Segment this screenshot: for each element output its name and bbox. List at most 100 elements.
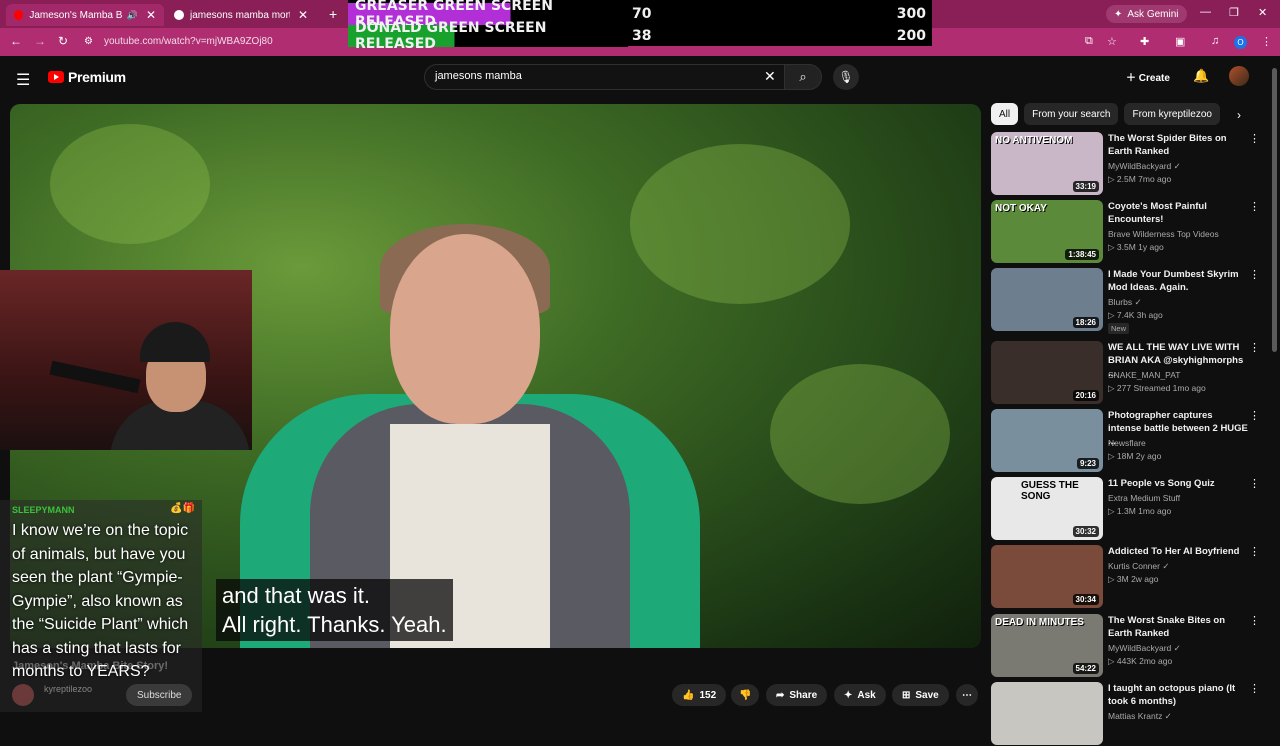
chip-all[interactable]: All (991, 103, 1019, 125)
recommended-title[interactable]: The Worst Snake Bites on Earth Ranked (1108, 614, 1248, 640)
recommended-video[interactable]: NOT OKAY 1:38:45 Coyote's Most Painful Enc… (991, 200, 1261, 264)
scrollbar[interactable] (1272, 68, 1277, 352)
recommended-title[interactable]: Coyote's Most Painful Encounters! (1108, 200, 1248, 226)
save-button[interactable]: ⊞ Save (892, 684, 949, 706)
more-options-icon[interactable]: ⋮ (1249, 268, 1260, 281)
speaker-icon[interactable]: 🔊 (127, 10, 138, 21)
back-icon[interactable]: ← (10, 34, 22, 48)
like-button[interactable]: 👍 152 (672, 684, 727, 706)
more-options-icon[interactable]: ⋮ (1249, 477, 1260, 490)
video-thumbnail[interactable]: 20:16 (991, 341, 1103, 404)
goal-row: DONALD GREEN SCREEN RELEASED 38 200 (348, 20, 932, 52)
sidepanel-icon[interactable]: ▣ (1175, 35, 1185, 48)
minimize-icon[interactable]: — (1200, 6, 1211, 18)
more-options-icon[interactable]: ⋮ (1249, 682, 1260, 695)
recommended-channel[interactable]: SNAKE_MAN_PAT (1108, 370, 1180, 380)
close-tab-icon[interactable]: ✕ (146, 8, 156, 22)
chip-from-channel[interactable]: From kyreptilezoo (1124, 103, 1220, 125)
duration-badge: 30:34 (1072, 594, 1099, 605)
dislike-button[interactable]: 👎 (731, 684, 760, 706)
media-icon[interactable]: ♫ (1211, 35, 1219, 47)
recommended-meta: ▷ 3.5M 1y ago (1108, 242, 1164, 252)
subscribe-button[interactable]: Subscribe (126, 684, 193, 706)
search-input[interactable]: jamesons mamba (424, 64, 786, 90)
account-avatar[interactable] (1229, 66, 1249, 86)
restore-icon[interactable]: ❐ (1229, 6, 1239, 19)
recommended-channel[interactable]: Kurtis Conner ✓ (1108, 561, 1169, 572)
browser-menu-icon[interactable]: ⋮ (1261, 35, 1272, 48)
video-thumbnail[interactable]: DEAD IN MINUTES 54:22 (991, 614, 1103, 677)
site-info-icon[interactable]: ⚙ (84, 36, 93, 47)
clear-search-icon[interactable]: ✕ (764, 68, 776, 85)
channel-avatar[interactable] (12, 684, 34, 706)
chip-from-search[interactable]: From your search (1024, 103, 1119, 125)
more-options-icon[interactable]: ⋮ (1249, 341, 1260, 354)
channel-name[interactable]: kyreptilezoo (44, 684, 92, 694)
recommended-video[interactable]: 20:16 WE ALL THE WAY LIVE WITH BRIAN AKA … (991, 341, 1261, 405)
sparkle-icon: ✦ (844, 689, 853, 701)
recommended-title[interactable]: The Worst Spider Bites on Earth Ranked (1108, 132, 1248, 158)
profile-avatar[interactable]: O (1234, 36, 1247, 49)
chevron-right-icon[interactable]: › (1237, 108, 1241, 122)
video-thumbnail[interactable]: GUESS THE SONG 30:32 (991, 477, 1103, 540)
video-thumbnail[interactable]: NO ANTIVENOM 33:19 (991, 132, 1103, 195)
recommended-title[interactable]: Addicted To Her AI Boyfriend (1108, 545, 1248, 558)
recommended-channel[interactable]: Newsflare (1108, 438, 1146, 448)
bookmark-star-icon[interactable]: ☆ (1107, 35, 1117, 48)
recommended-video[interactable]: 18:26 I Made Your Dumbest Skyrim Mod Idea… (991, 268, 1261, 334)
video-thumbnail[interactable]: NOT OKAY 1:38:45 (991, 200, 1103, 263)
video-captions: and that was it. All right. Thanks. Yeah… (216, 579, 453, 641)
address-bar[interactable]: youtube.com/watch?v=mjWBA9ZOj80 (104, 36, 273, 47)
more-options-icon[interactable]: ⋮ (1249, 409, 1260, 422)
ask-button[interactable]: ✦ Ask (834, 684, 886, 706)
cast-icon[interactable]: ⧉ (1085, 35, 1093, 48)
tab-mamba-story[interactable]: Jameson's Mamba Bite Story! 🔊 ✕ (6, 4, 164, 26)
more-options-icon[interactable]: ⋮ (1249, 200, 1260, 213)
recommended-meta: ▷ 18M 2y ago (1108, 451, 1162, 461)
share-label: Share (789, 689, 818, 701)
more-options-icon[interactable]: ⋮ (1249, 614, 1260, 627)
ask-gemini-button[interactable]: ✦ Ask Gemini (1106, 5, 1187, 23)
search-button[interactable]: ⌕ (784, 64, 822, 90)
new-tab-icon[interactable]: + (329, 6, 337, 22)
voice-search-icon[interactable]: 🎙 (833, 64, 859, 90)
recommended-channel[interactable]: Brave Wilderness Top Videos (1108, 229, 1219, 239)
video-thumbnail[interactable]: 9:23 (991, 409, 1103, 472)
logo-text: Premium (68, 69, 126, 85)
recommended-channel[interactable]: Blurbs ✓ (1108, 297, 1142, 308)
youtube-logo[interactable]: Premium (48, 69, 126, 85)
thumbs-up-icon: 👍 (682, 689, 695, 701)
extensions-icon[interactable]: ✚ (1140, 35, 1149, 48)
recommended-video[interactable]: DEAD IN MINUTES 54:22 The Worst Snake Bite… (991, 614, 1261, 678)
reload-icon[interactable]: ↻ (58, 34, 68, 48)
recommended-channel[interactable]: MyWildBackyard ✓ (1108, 643, 1181, 654)
recommended-video[interactable]: I taught an octopus piano (It took 6 mon… (991, 682, 1261, 746)
forward-icon[interactable]: → (34, 34, 46, 48)
recommended-title[interactable]: I taught an octopus piano (It took 6 mon… (1108, 682, 1248, 708)
recommended-channel[interactable]: Mattias Krantz ✓ (1108, 711, 1172, 722)
youtube-play-icon (48, 71, 64, 83)
recommended-video[interactable]: 30:34 Addicted To Her AI Boyfriend Kurtis … (991, 545, 1261, 609)
video-thumbnail[interactable]: 30:34 (991, 545, 1103, 608)
notifications-icon[interactable]: 🔔 (1193, 68, 1209, 84)
hamburger-menu-icon[interactable]: ☰ (16, 70, 30, 90)
tab-mortality-rate[interactable]: jamesons mamba mortality rate ✕ (166, 4, 324, 26)
recommended-title[interactable]: 11 People vs Song Quiz (1108, 477, 1248, 490)
recommended-title[interactable]: I Made Your Dumbest Skyrim Mod Ideas. Ag… (1108, 268, 1248, 294)
share-button[interactable]: ➦ Share (766, 684, 828, 706)
recommended-video[interactable]: 9:23 Photographer captures intense battle… (991, 409, 1261, 473)
recommended-channel[interactable]: Extra Medium Stuff (1108, 493, 1180, 503)
more-options-icon[interactable]: ⋮ (1249, 545, 1260, 558)
close-window-icon[interactable]: ✕ (1258, 6, 1267, 19)
goal-current: 70 (632, 6, 652, 22)
new-badge: New (1108, 323, 1130, 334)
recommended-video[interactable]: GUESS THE SONG 30:32 11 People vs Song Qui… (991, 477, 1261, 541)
close-tab-icon[interactable]: ✕ (298, 8, 308, 22)
recommended-channel[interactable]: MyWildBackyard ✓ (1108, 161, 1181, 172)
create-button[interactable]: ＋ Create (1126, 69, 1170, 84)
more-options-icon[interactable]: ⋮ (1249, 132, 1260, 145)
video-thumbnail[interactable]: 18:26 (991, 268, 1103, 331)
more-actions-icon[interactable]: ⋯ (956, 684, 978, 706)
video-thumbnail[interactable] (991, 682, 1103, 745)
recommended-video[interactable]: NO ANTIVENOM 33:19 The Worst Spider Bites … (991, 132, 1261, 196)
